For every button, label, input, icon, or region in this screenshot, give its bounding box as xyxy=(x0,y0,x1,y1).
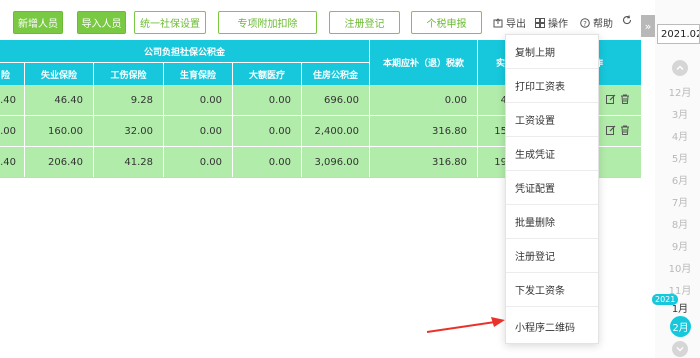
operation-label: 操作 xyxy=(548,19,568,30)
cell-housing-fund: 3,096.00 xyxy=(302,147,370,177)
refresh-icon[interactable] xyxy=(622,15,632,25)
month-7[interactable]: 7月 xyxy=(660,194,700,209)
col-header-unemployment: 失业保险 xyxy=(25,63,94,85)
special-deduction-button[interactable]: 专项附加扣除 xyxy=(218,11,317,34)
month-5[interactable]: 5月 xyxy=(660,150,700,165)
col-header-major-medical: 大额医疗 xyxy=(233,63,302,85)
tax-declaration-button[interactable]: 个税申报 xyxy=(411,11,482,34)
menu-item-print-salary-table[interactable]: 打印工资表 xyxy=(506,69,598,103)
menu-item-mini-program-qrcode[interactable]: 小程序二维码 xyxy=(506,309,598,343)
cell-tax: 316.80 xyxy=(370,147,478,177)
delete-icon[interactable] xyxy=(620,125,630,138)
cell-work-injury: 32.00 xyxy=(94,116,164,146)
add-person-button[interactable]: 新增人员 xyxy=(13,11,63,34)
chevron-down-icon xyxy=(676,347,684,352)
menu-item-copy-last-period[interactable]: 复制上期 xyxy=(506,35,598,69)
menu-item-batch-delete[interactable]: 批量删除 xyxy=(506,205,598,239)
cell-value: 0.00 xyxy=(0,116,25,146)
col-header-housing-fund: 住房公积金 xyxy=(302,63,370,85)
cell-housing-fund: 2,400.00 xyxy=(302,116,370,146)
menu-item-register[interactable]: 注册登记 xyxy=(506,239,598,273)
help-label: 帮助 xyxy=(593,19,613,30)
cell-tax: 316.80 xyxy=(370,116,478,146)
cell-work-injury: 41.28 xyxy=(94,147,164,177)
cell-real: 15 xyxy=(478,116,508,146)
col-header: 险 xyxy=(0,63,25,85)
month-10[interactable]: 10月 xyxy=(660,260,700,275)
menu-item-salary-settings[interactable]: 工资设置 xyxy=(506,103,598,137)
col-header-work-injury: 工伤保险 xyxy=(94,63,164,85)
month-2-active[interactable]: 2月 xyxy=(670,316,691,337)
col-header-real: 实 xyxy=(478,40,508,85)
svg-text:?: ? xyxy=(583,19,587,27)
menu-item-generate-voucher[interactable]: 生成凭证 xyxy=(506,137,598,171)
cell-value: 6.40 xyxy=(0,147,25,177)
cell-real: 19 xyxy=(478,147,508,177)
export-tool[interactable]: 导出 xyxy=(493,15,526,30)
cell-maternity: 0.00 xyxy=(164,147,233,177)
month-3[interactable]: 3月 xyxy=(660,106,700,121)
collapse-panel-button[interactable]: » xyxy=(641,15,655,37)
import-person-button[interactable]: 导入人员 xyxy=(77,11,126,34)
cell-major-medical: 0.00 xyxy=(233,85,302,115)
help-icon: ? xyxy=(580,17,590,28)
cell-work-injury: 9.28 xyxy=(94,85,164,115)
month-9[interactable]: 9月 xyxy=(660,238,700,253)
cell-tax: 0.00 xyxy=(370,85,478,115)
month-1[interactable]: 1月 xyxy=(660,300,700,315)
col-header-maternity: 生育保险 xyxy=(164,63,233,85)
cell-unemployment: 206.40 xyxy=(25,147,94,177)
cell-major-medical: 0.00 xyxy=(233,147,302,177)
cell-major-medical: 0.00 xyxy=(233,116,302,146)
group-header-company-social: 公司负担社保公积金 xyxy=(0,40,370,62)
help-tool[interactable]: ? 帮助 xyxy=(580,15,613,30)
month-6[interactable]: 6月 xyxy=(660,172,700,187)
month-12-prev[interactable]: 12月 xyxy=(660,84,700,99)
chevron-up-icon xyxy=(676,65,684,70)
operation-tool[interactable]: 操作 xyxy=(535,15,568,30)
month-8[interactable]: 8月 xyxy=(660,216,700,231)
cell-unemployment: 46.40 xyxy=(25,85,94,115)
month-4[interactable]: 4月 xyxy=(660,128,700,143)
col-header-tax: 本期应补（退）税款 xyxy=(370,40,478,85)
register-button[interactable]: 注册登记 xyxy=(329,11,400,34)
cell-maternity: 0.00 xyxy=(164,116,233,146)
cell-unemployment: 160.00 xyxy=(25,116,94,146)
export-icon xyxy=(493,17,503,28)
edit-icon[interactable] xyxy=(606,94,616,107)
cell-value: 6.40 xyxy=(0,85,25,115)
operation-dropdown-menu: 复制上期 打印工资表 工资设置 生成凭证 凭证配置 批量删除 注册登记 下发工资… xyxy=(505,34,599,344)
delete-icon[interactable] xyxy=(620,94,630,107)
social-security-settings-button[interactable]: 统一社保设置 xyxy=(134,11,206,34)
menu-item-voucher-config[interactable]: 凭证配置 xyxy=(506,171,598,205)
scroll-down-button[interactable] xyxy=(672,341,688,357)
operation-grid-icon xyxy=(535,17,545,28)
export-label: 导出 xyxy=(506,19,526,30)
cell-housing-fund: 696.00 xyxy=(302,85,370,115)
cell-real: 4 xyxy=(478,85,508,115)
scroll-up-button[interactable] xyxy=(672,60,688,76)
cell-maternity: 0.00 xyxy=(164,85,233,115)
year-input[interactable]: 2021.02 xyxy=(657,24,700,44)
menu-item-send-payslip[interactable]: 下发工资条 xyxy=(506,273,598,307)
edit-icon[interactable] xyxy=(606,125,616,138)
annotation-arrow-icon xyxy=(426,317,505,333)
